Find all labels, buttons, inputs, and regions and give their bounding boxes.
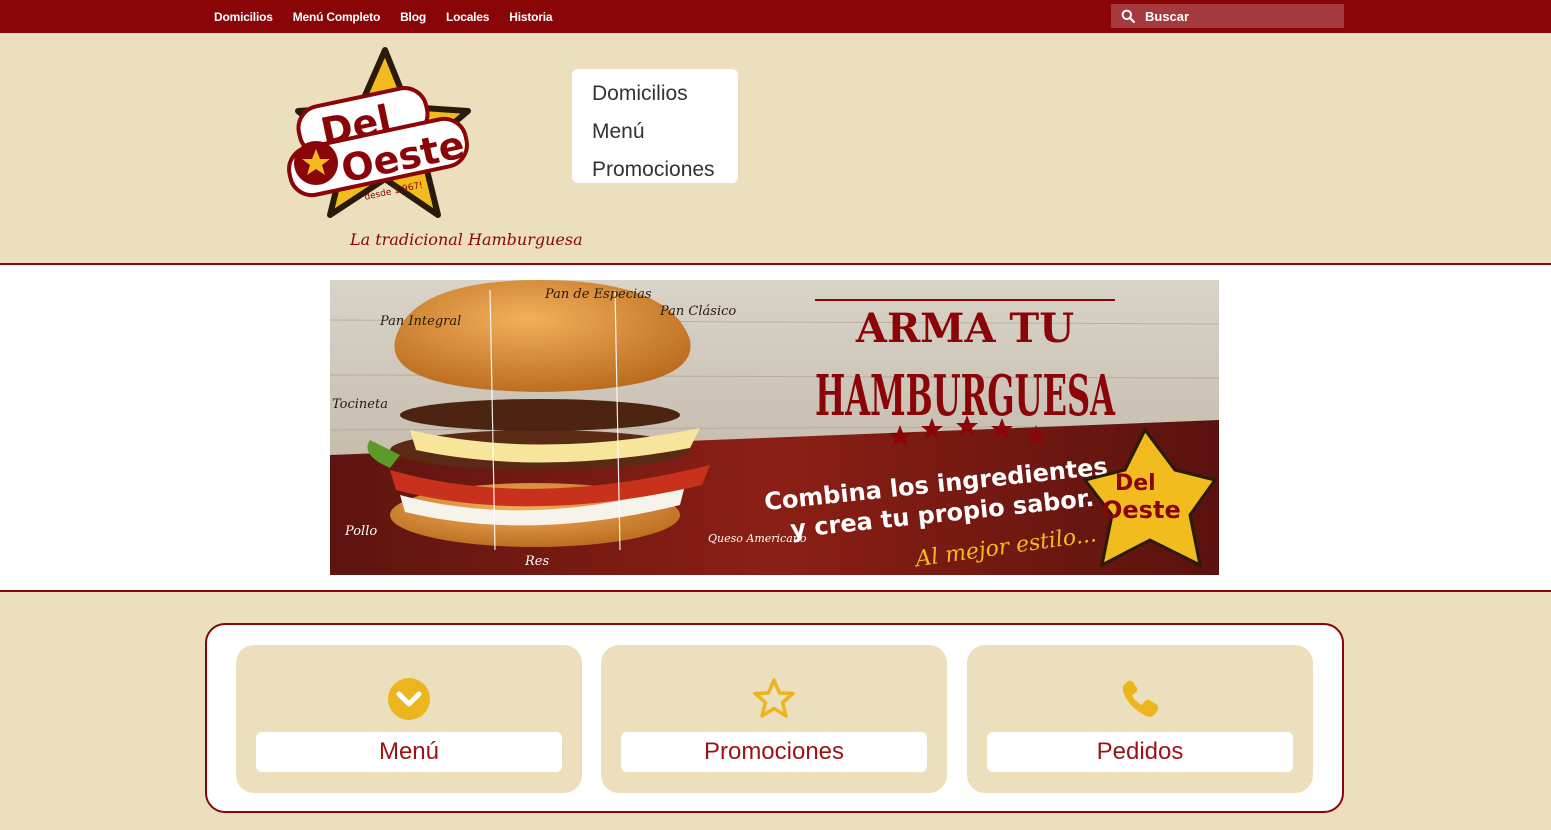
svg-text:HAMBURGUESA: HAMBURGUESA: [815, 363, 1116, 429]
svg-text:ARMA TU: ARMA TU: [855, 305, 1074, 352]
top-nav-blog[interactable]: Blog: [400, 10, 426, 24]
site-header: Del Oeste desde 1.967! La tradicional Ha…: [0, 33, 1551, 263]
search-box[interactable]: [1111, 4, 1344, 28]
main-menu-domicilios[interactable]: Domicilios: [592, 75, 738, 113]
svg-text:Tocineta: Tocineta: [332, 397, 388, 412]
main-menu-promociones[interactable]: Promociones: [592, 151, 738, 189]
banner-divider: [0, 590, 1551, 592]
top-nav: Domicilios Menú Completo Blog Locales Hi…: [214, 0, 572, 33]
svg-text:Del: Del: [1115, 471, 1156, 496]
card-pedidos-label: Pedidos: [987, 732, 1293, 772]
tagline: La tradicional Hamburguesa: [350, 230, 583, 249]
star-outline-icon: [753, 678, 795, 718]
top-bar: Domicilios Menú Completo Blog Locales Hi…: [0, 0, 1551, 33]
banner-image: Pan Integral Pan de Especias Pan Clásico…: [330, 280, 1219, 575]
svg-text:Pan Integral: Pan Integral: [379, 314, 461, 329]
top-nav-menu-completo[interactable]: Menú Completo: [293, 10, 381, 24]
main-menu-menu[interactable]: Menú: [592, 113, 738, 151]
feature-box: Menú Promociones Pedidos: [205, 623, 1344, 813]
card-menu-label: Menú: [256, 732, 562, 772]
svg-text:Pollo: Pollo: [344, 524, 377, 539]
svg-text:Oeste: Oeste: [1102, 496, 1181, 524]
svg-text:Pan Clásico: Pan Clásico: [659, 304, 736, 319]
phone-icon: [1122, 680, 1159, 717]
top-nav-locales[interactable]: Locales: [446, 10, 489, 24]
top-nav-domicilios[interactable]: Domicilios: [214, 10, 273, 24]
svg-text:Res: Res: [524, 554, 549, 569]
card-promociones-label: Promociones: [621, 732, 927, 772]
main-menu: Domicilios Menú Promociones: [572, 69, 738, 183]
svg-text:Pan de Especias: Pan de Especias: [544, 287, 652, 302]
search-input[interactable]: [1145, 8, 1335, 24]
top-nav-historia[interactable]: Historia: [509, 10, 552, 24]
del-oeste-logo[interactable]: Del Oeste desde 1.967!: [280, 45, 480, 225]
promo-banner[interactable]: Pan Integral Pan de Especias Pan Clásico…: [330, 280, 1219, 575]
chevron-down-circle-icon: [388, 678, 430, 720]
card-promociones[interactable]: Promociones: [601, 645, 947, 793]
search-icon: [1121, 9, 1135, 23]
card-menu[interactable]: Menú: [236, 645, 582, 793]
card-pedidos[interactable]: Pedidos: [967, 645, 1313, 793]
